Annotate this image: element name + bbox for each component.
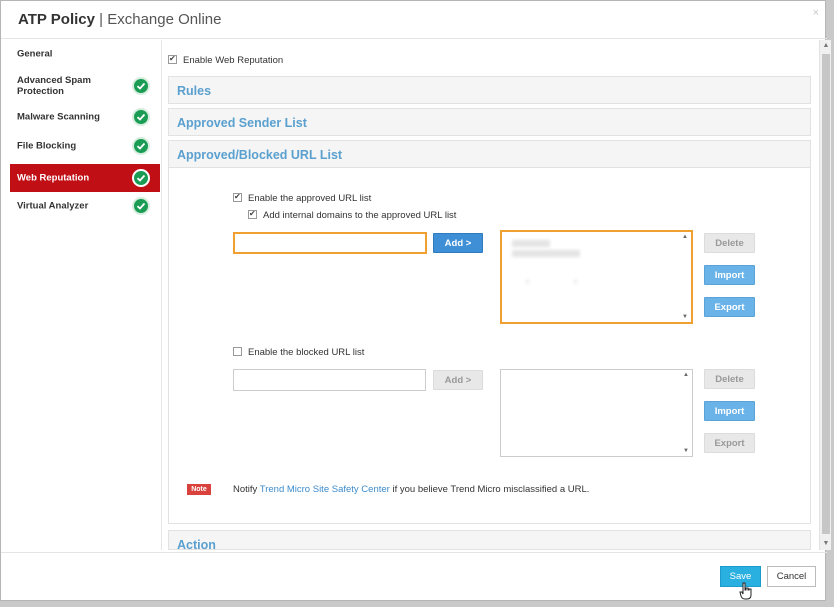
sidebar-item-web-reputation[interactable]: Web Reputation [10, 164, 160, 192]
approved-add-button[interactable]: Add > [433, 233, 483, 253]
sidebar-item-label: Virtual Analyzer [17, 200, 89, 212]
section-title: Action [177, 538, 216, 550]
scroll-up-icon[interactable]: ▲ [682, 234, 688, 240]
check-circle-icon [132, 108, 150, 126]
scroll-down-icon[interactable]: ▼ [682, 314, 688, 320]
section-action[interactable]: Action [168, 530, 811, 550]
section-rules[interactable]: Rules [168, 76, 811, 104]
list-item [574, 280, 577, 283]
enable-blocked-url-checkbox[interactable]: Enable the blocked URL list [233, 346, 365, 358]
section-title: Approved/Blocked URL List [177, 148, 343, 162]
scroll-up-icon[interactable]: ▲ [820, 40, 832, 52]
checkbox-icon [233, 346, 242, 356]
note-suffix: if you believe Trend Micro misclassified… [389, 484, 590, 495]
list-item [512, 240, 550, 247]
close-icon[interactable]: × [813, 7, 819, 19]
checkbox-icon [168, 54, 177, 64]
check-circle-icon [132, 197, 150, 215]
blocked-export-button[interactable]: Export [704, 433, 755, 453]
blocked-url-listbox[interactable]: ▲ ▼ [500, 369, 693, 457]
dialog-footer [1, 552, 827, 602]
sidebar-item-label: File Blocking [17, 140, 77, 152]
approved-url-input[interactable] [233, 232, 427, 254]
checkbox-icon [233, 192, 242, 202]
approved-delete-button[interactable]: Delete [704, 233, 755, 253]
check-circle-icon [132, 137, 150, 155]
sidebar-item-virtual-analyzer[interactable]: Virtual Analyzer [10, 192, 160, 220]
dialog-subtitle: Exchange Online [107, 11, 222, 28]
url-list-panel [168, 168, 811, 524]
checkbox-label: Enable Web Reputation [183, 55, 284, 66]
list-item [526, 280, 529, 283]
note-text: Notify Trend Micro Site Safety Center if… [233, 484, 589, 495]
approved-export-button[interactable]: Export [704, 297, 755, 317]
sidebar-nav: General Advanced Spam Protection Malware… [10, 40, 161, 550]
note-prefix: Notify [233, 484, 260, 495]
check-circle-icon [132, 169, 150, 187]
content-scrollbar[interactable]: ▲ ▼ [819, 40, 831, 550]
sidebar-item-label: Web Reputation [17, 172, 90, 184]
section-title: Rules [177, 84, 212, 98]
checkbox-label: Add internal domains to the approved URL… [263, 210, 457, 221]
blocked-delete-button[interactable]: Delete [704, 369, 755, 389]
cancel-button[interactable]: Cancel [767, 566, 816, 587]
list-item [512, 250, 580, 257]
note-badge: Note [187, 484, 211, 495]
scroll-thumb[interactable] [822, 54, 830, 534]
dialog-title: ATP Policy | Exchange Online [18, 11, 221, 28]
blocked-add-button[interactable]: Add > [433, 370, 483, 390]
checkbox-label: Enable the approved URL list [248, 193, 372, 204]
dialog-titlebar: ATP Policy | Exchange Online × [1, 1, 827, 39]
enable-web-reputation-checkbox[interactable]: Enable Web Reputation [168, 54, 284, 66]
dialog-title-main: ATP Policy [18, 11, 95, 28]
hand-cursor-icon [739, 582, 752, 600]
check-circle-icon [132, 77, 150, 95]
scroll-down-icon[interactable]: ▼ [820, 538, 832, 550]
section-approved-sender-list[interactable]: Approved Sender List [168, 108, 811, 136]
section-title: Approved Sender List [177, 116, 307, 130]
approved-import-button[interactable]: Import [704, 265, 755, 285]
site-safety-link[interactable]: Trend Micro Site Safety Center [260, 484, 390, 495]
sidebar-item-general[interactable]: General [10, 40, 160, 68]
sidebar-item-malware-scanning[interactable]: Malware Scanning [10, 103, 160, 131]
sidebar-item-label: General [17, 48, 53, 60]
dialog-title-separator: | [94, 11, 108, 28]
blocked-import-button[interactable]: Import [704, 401, 755, 421]
enable-approved-url-checkbox[interactable]: Enable the approved URL list [233, 192, 372, 204]
checkbox-label: Enable the blocked URL list [248, 347, 365, 358]
sidebar-item-label: Advanced Spam Protection [17, 75, 91, 97]
scroll-up-icon[interactable]: ▲ [683, 372, 689, 378]
blocked-url-input[interactable] [233, 369, 426, 391]
sidebar-item-file-blocking[interactable]: File Blocking [10, 132, 160, 160]
scroll-down-icon[interactable]: ▼ [683, 448, 689, 454]
checkbox-icon [248, 209, 257, 219]
sidebar-item-advanced-spam-protection[interactable]: Advanced Spam Protection [10, 70, 160, 102]
section-url-list[interactable]: Approved/Blocked URL List [168, 140, 811, 168]
sidebar-item-label: Malware Scanning [17, 111, 100, 123]
add-internal-domains-checkbox[interactable]: Add internal domains to the approved URL… [248, 209, 457, 221]
approved-url-listbox[interactable]: ▲ ▼ [500, 230, 693, 324]
